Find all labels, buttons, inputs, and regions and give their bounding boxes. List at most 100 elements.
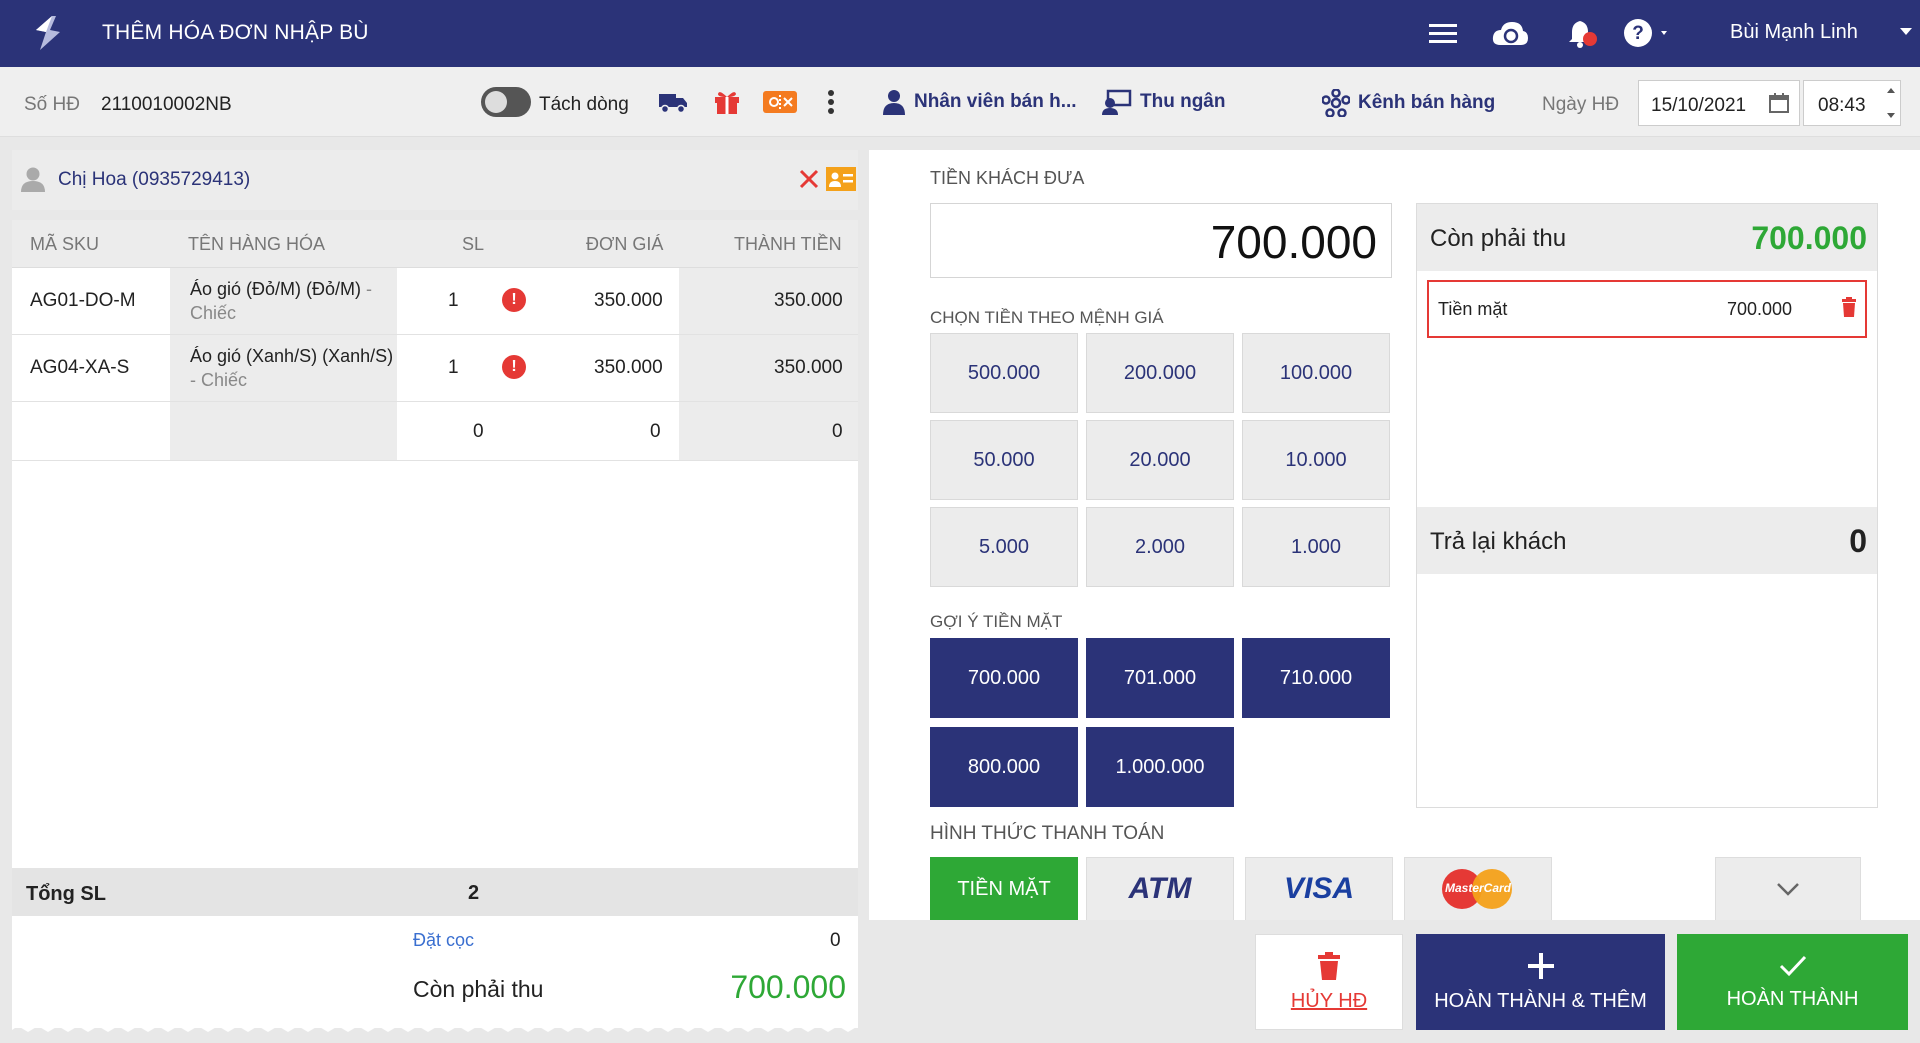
denomination-label: CHỌN TIỀN THEO MỆNH GIÁ <box>930 308 1164 327</box>
cash-suggestion-button[interactable]: 800.000 <box>930 727 1078 807</box>
complete-and-add-button[interactable]: HOÀN THÀNH & THÊM <box>1416 934 1665 1030</box>
atm-logo: ATM <box>1128 872 1192 905</box>
table-header: MÃ SKU TÊN HÀNG HÓA SL ĐƠN GIÁ THÀNH TIỀ… <box>12 220 858 268</box>
payment-method-label: HÌNH THỨC THANH TOÁN <box>930 823 1165 844</box>
invoice-info-bar: Số HĐ 2110010002NB Tách dòng Nhân viên b… <box>0 67 1920 137</box>
summary-change-row: Trả lại khách 0 <box>1417 507 1877 574</box>
delivery-truck-icon[interactable] <box>656 85 690 119</box>
deposit-link[interactable]: Đặt cọc <box>413 930 474 951</box>
sales-channel-label: Kênh bán hàng <box>1358 92 1496 113</box>
new-item-total: 0 <box>832 421 843 442</box>
summary-remaining-value: 700.000 <box>1751 220 1867 256</box>
new-item-product-input[interactable] <box>170 402 397 460</box>
cash-suggestion-button[interactable]: 1.000.000 <box>1086 727 1234 807</box>
notification-bell-icon[interactable] <box>1564 16 1600 50</box>
split-line-toggle[interactable] <box>481 87 531 117</box>
customer-card-icon[interactable] <box>826 167 856 191</box>
denomination-button[interactable]: 1.000 <box>1242 507 1390 587</box>
remaining-value: 700.000 <box>730 969 846 1005</box>
table-row[interactable]: AG01-DO-M Áo gió (Đỏ/M) (Đỏ/M) - Chiếc 1… <box>12 268 858 335</box>
column-header-qty: SL <box>462 234 485 254</box>
customer-name[interactable]: Chị Hoa (0935729413) <box>58 169 250 191</box>
invoice-number-label: Số HĐ <box>24 94 80 115</box>
new-item-price[interactable]: 0 <box>650 421 661 443</box>
sales-channel-selector[interactable]: Kênh bán hàng <box>1322 89 1495 117</box>
row-sku: AG01-DO-M <box>30 290 136 311</box>
new-item-qty[interactable]: 0 <box>473 421 484 443</box>
warning-icon[interactable]: ! <box>502 355 526 379</box>
invoice-date-input[interactable]: 15/10/2021 <box>1638 80 1800 126</box>
payment-method-atm[interactable]: ATM <box>1086 857 1234 921</box>
new-item-row[interactable]: 0 0 0 <box>12 402 858 461</box>
staff-icon <box>883 90 905 115</box>
user-name[interactable]: Bùi Mạnh Linh <box>1730 21 1858 44</box>
column-header-price: ĐƠN GIÁ <box>586 234 664 254</box>
split-line-label: Tách dòng <box>539 94 629 115</box>
visa-logo: VISA <box>1283 872 1355 905</box>
mastercard-wordmark: MasterCard <box>1444 881 1512 895</box>
payment-method-mastercard[interactable]: MasterCard <box>1404 857 1552 921</box>
total-qty-value: 2 <box>468 882 480 904</box>
more-options-icon[interactable] <box>820 85 842 119</box>
denomination-button[interactable]: 500.000 <box>930 333 1078 413</box>
payment-line-cash[interactable]: Tiền mặt 700.000 <box>1427 280 1867 338</box>
cash-suggestion-label: GỢI Ý TIỀN MẶT <box>930 612 1063 631</box>
row-price[interactable]: 350.000 <box>594 290 663 312</box>
row-qty[interactable]: 1 <box>448 357 459 379</box>
given-amount-input[interactable]: 700.000 <box>930 203 1392 278</box>
denomination-button[interactable]: 20.000 <box>1086 420 1234 500</box>
row-product-name: Áo gió (Xanh/S) (Xanh/S) - Chiếc <box>190 346 394 390</box>
sales-staff-selector[interactable]: Nhân viên bán h... <box>882 89 1077 115</box>
given-amount-label: TIỀN KHÁCH ĐƯA <box>930 168 1085 188</box>
denomination-button[interactable]: 2.000 <box>1086 507 1234 587</box>
more-payment-methods-button[interactable] <box>1715 857 1861 921</box>
cancel-invoice-button[interactable]: HỦY HĐ <box>1255 934 1403 1030</box>
column-header-product: TÊN HÀNG HÓA <box>188 234 326 254</box>
row-qty[interactable]: 1 <box>448 290 459 312</box>
menu-icon[interactable] <box>1428 16 1458 50</box>
delete-payment-icon[interactable] <box>1841 297 1857 317</box>
cash-suggestion-button[interactable]: 701.000 <box>1086 638 1234 718</box>
deposit-value: 0 <box>830 930 841 951</box>
remove-customer-icon[interactable] <box>798 168 820 190</box>
app-logo-icon <box>30 14 66 52</box>
row-total: 350.000 <box>774 290 843 311</box>
complete-button[interactable]: HOÀN THÀNH <box>1677 934 1908 1030</box>
denomination-button[interactable]: 5.000 <box>930 507 1078 587</box>
time-stepper[interactable] <box>1884 83 1898 123</box>
svg-text:?: ? <box>1632 23 1644 44</box>
voucher-icon[interactable] <box>760 85 800 119</box>
cash-suggestion-button[interactable]: 700.000 <box>930 638 1078 718</box>
row-total: 350.000 <box>774 357 843 378</box>
gift-icon[interactable] <box>710 85 744 119</box>
denomination-button[interactable]: 100.000 <box>1242 333 1390 413</box>
receipt-edge-decoration <box>12 1018 858 1032</box>
payment-method-visa[interactable]: VISA <box>1245 857 1393 921</box>
cashier-selector[interactable]: Thu ngân <box>1102 89 1225 115</box>
page-title: THÊM HÓA ĐƠN NHẬP BÙ <box>102 21 369 44</box>
total-quantity-bar: Tổng SL 2 <box>12 868 858 916</box>
warning-icon[interactable]: ! <box>502 288 526 312</box>
customer-bar[interactable]: Chị Hoa (0935729413) <box>12 150 858 210</box>
summary-remaining-label: Còn phải thu <box>1430 225 1567 252</box>
denomination-button[interactable]: 50.000 <box>930 420 1078 500</box>
payment-line-amount[interactable]: 700.000 <box>1727 299 1792 320</box>
calendar-icon[interactable] <box>1769 93 1789 113</box>
payment-method-cash[interactable]: TIỀN MẶT <box>930 857 1078 921</box>
user-menu-caret-icon[interactable] <box>1900 28 1912 35</box>
row-unit: - Chiếc <box>190 370 248 390</box>
row-price[interactable]: 350.000 <box>594 357 663 379</box>
invoice-number: 2110010002NB <box>101 94 232 115</box>
denomination-button[interactable]: 10.000 <box>1242 420 1390 500</box>
complete-and-add-label: HOÀN THÀNH & THÊM <box>1434 989 1647 1012</box>
cash-suggestion-button[interactable]: 710.000 <box>1242 638 1390 718</box>
help-icon[interactable]: ? <box>1622 16 1672 50</box>
denomination-button[interactable]: 200.000 <box>1086 333 1234 413</box>
invoice-date-label: Ngày HĐ <box>1542 94 1620 115</box>
summary-remaining-row: Còn phải thu 700.000 <box>1417 204 1877 271</box>
table-row[interactable]: AG04-XA-S Áo gió (Xanh/S) (Xanh/S) - Chi… <box>12 335 858 402</box>
remaining-label: Còn phải thu <box>413 976 544 1002</box>
cloud-sync-icon[interactable] <box>1490 16 1530 50</box>
invoice-items-table: MÃ SKU TÊN HÀNG HÓA SL ĐƠN GIÁ THÀNH TIỀ… <box>12 220 858 868</box>
payment-method-cash-label: TIỀN MẶT <box>957 877 1051 900</box>
